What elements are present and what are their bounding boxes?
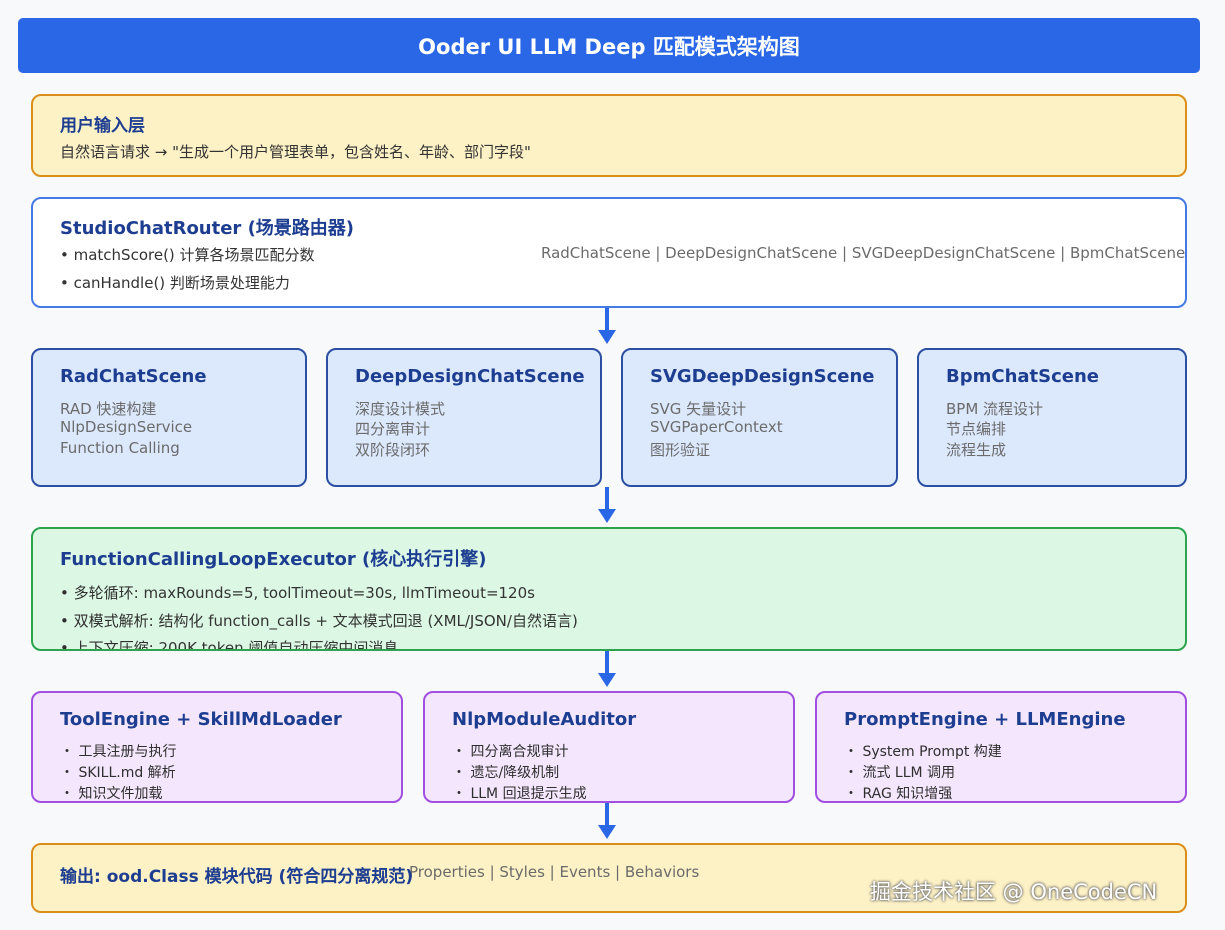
watermark: 掘金技术社区 @ OneCodeCN [870, 880, 1158, 904]
executor-item-label: • 双模式解析: [60, 612, 154, 630]
executor-item-compression: • 上下文压缩: 200K token 阈值自动压缩中间消息 [60, 637, 399, 651]
diagram-title: Ooder UI LLM Deep 匹配模式架构图 [18, 18, 1200, 73]
engine-title-tool: ToolEngine + SkillMdLoader [60, 709, 342, 730]
scene-line: SVGPaperContext [650, 418, 783, 436]
input-layer-box: 用户输入层 自然语言请求 → "生成一个用户管理表单，包含姓名、年龄、部门字段" [31, 94, 1187, 177]
input-layer-title: 用户输入层 [60, 116, 145, 136]
engine-line: ・ 流式 LLM 调用 [844, 765, 956, 781]
scene-title-bpm: BpmChatScene [946, 366, 1099, 387]
router-item-can-handle: • canHandle() 判断场景处理能力 [60, 274, 290, 292]
input-layer-text: 自然语言请求 → "生成一个用户管理表单，包含姓名、年龄、部门字段" [60, 143, 531, 161]
scene-title-rad: RadChatScene [60, 366, 207, 387]
executor-item-label: • 多轮循环: [60, 584, 139, 602]
engine-line: ・ SKILL.md 解析 [60, 765, 176, 781]
scene-line: Function Calling [60, 439, 180, 457]
executor-item-label: • 上下文压缩: [60, 639, 154, 651]
router-title: StudioChatRouter (场景路由器) [60, 218, 355, 239]
engine-line: ・ 四分离合规审计 [452, 744, 569, 760]
scene-line: SVG 矢量设计 [650, 400, 747, 418]
scene-line: 深度设计模式 [355, 400, 446, 418]
engine-title-prompt: PromptEngine + LLMEngine [844, 709, 1126, 730]
scene-line: 节点编排 [946, 420, 1007, 438]
router-box: StudioChatRouter (场景路由器) • matchScore() … [31, 197, 1187, 308]
executor-item-text: 200K token 阈值自动压缩中间消息 [153, 639, 399, 651]
scene-line: 图形验证 [650, 441, 711, 459]
engine-line: ・ LLM 回退提示生成 [452, 786, 587, 802]
engine-box-prompt: PromptEngine + LLMEngine ・ System Prompt… [815, 691, 1187, 803]
output-tail: Properties | Styles | Events | Behaviors [409, 863, 700, 881]
engine-box-auditor: NlpModuleAuditor ・ 四分离合规审计 ・ 遗忘/降级机制 ・ L… [423, 691, 795, 803]
scene-box-svg-deep-design: SVGDeepDesignScene SVG 矢量设计 SVGPaperCont… [621, 348, 898, 487]
router-scenes-list: RadChatScene | DeepDesignChatScene | SVG… [541, 244, 1186, 262]
executor-item-text: 结构化 function_calls + 文本模式回退 (XML/JSON/自然… [153, 612, 578, 630]
executor-title: FunctionCallingLoopExecutor (核心执行引擎) [60, 549, 487, 570]
engine-line: ・ RAG 知识增强 [844, 786, 953, 802]
router-item-match-score: • matchScore() 计算各场景匹配分数 [60, 246, 315, 264]
engine-line: ・ 工具注册与执行 [60, 744, 177, 760]
scene-box-bpm: BpmChatScene BPM 流程设计 节点编排 流程生成 [917, 348, 1187, 487]
engine-title-auditor: NlpModuleAuditor [452, 709, 637, 730]
scene-line: BPM 流程设计 [946, 400, 1044, 418]
engine-line: ・ 遗忘/降级机制 [452, 765, 560, 781]
output-title: 输出: ood.Class 模块代码 (符合四分离规范) [60, 867, 414, 887]
scene-line: 流程生成 [946, 441, 1007, 459]
executor-item-parsing: • 双模式解析: 结构化 function_calls + 文本模式回退 (XM… [60, 610, 578, 631]
executor-item-rounds: • 多轮循环: maxRounds=5, toolTimeout=30s, ll… [60, 582, 535, 603]
engine-line: ・ 知识文件加载 [60, 786, 163, 802]
scene-box-rad: RadChatScene RAD 快速构建 NlpDesignService F… [31, 348, 307, 487]
executor-item-text: maxRounds=5, toolTimeout=30s, llmTimeout… [138, 584, 535, 602]
executor-box: FunctionCallingLoopExecutor (核心执行引擎) • 多… [31, 527, 1187, 651]
scene-title-deep-design: DeepDesignChatScene [355, 366, 585, 387]
scene-line: RAD 快速构建 [60, 400, 157, 418]
scene-box-deep-design: DeepDesignChatScene 深度设计模式 四分离审计 双阶段闭环 [326, 348, 602, 487]
scene-line: 四分离审计 [355, 420, 431, 438]
scene-line: 双阶段闭环 [355, 441, 431, 459]
scene-line: NlpDesignService [60, 418, 193, 436]
engine-line: ・ System Prompt 构建 [844, 744, 1002, 760]
scene-title-svg-deep-design: SVGDeepDesignScene [650, 366, 875, 387]
engine-box-tool: ToolEngine + SkillMdLoader ・ 工具注册与执行 ・ S… [31, 691, 403, 803]
